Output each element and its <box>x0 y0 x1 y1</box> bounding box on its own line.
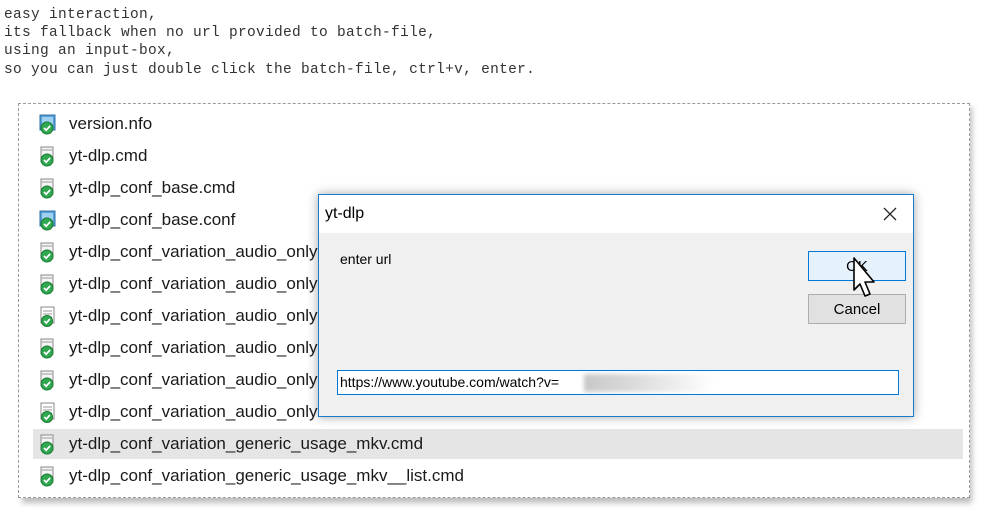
file-row[interactable]: yt-dlp_conf_variation_generic_usage_mkv.… <box>33 429 963 459</box>
file-name: yt-dlp_conf_variation_audio_only <box>69 306 318 325</box>
input-dialog: yt-dlp enter url OK Cancel https://www.y… <box>318 194 914 417</box>
blurred-url-segment <box>584 374 714 392</box>
cmd-file-icon <box>37 465 59 487</box>
file-name: yt-dlp_conf_base.conf <box>69 210 236 229</box>
notes-line: so you can just double click the batch-f… <box>4 61 536 78</box>
url-input-value: https://www.youtube.com/watch?v= <box>340 374 560 390</box>
cmd-file-icon <box>37 145 59 167</box>
cmd-file-icon <box>37 433 59 455</box>
file-name: version.nfo <box>69 114 153 133</box>
list-file-icon <box>37 401 59 423</box>
file-row[interactable]: yt-dlp.cmd <box>33 141 963 171</box>
prompt-label: enter url <box>340 251 392 267</box>
file-name: yt-dlp_conf_variation_audio_only <box>69 242 318 261</box>
close-icon <box>883 207 897 221</box>
dialog-titlebar[interactable]: yt-dlp <box>319 195 913 233</box>
file-name: yt-dlp.cmd <box>69 146 148 165</box>
cmd-file-icon <box>37 369 59 391</box>
file-name: yt-dlp_conf_variation_audio_only <box>69 338 318 357</box>
cmd-file-icon <box>37 337 59 359</box>
notes-line: its fallback when no url provided to bat… <box>4 25 437 42</box>
dialog-title: yt-dlp <box>325 205 365 222</box>
conf-file-icon <box>37 209 59 231</box>
cmd-file-icon <box>37 177 59 199</box>
file-row[interactable]: version.nfo <box>33 109 963 139</box>
file-name: yt-dlp_conf_variation_audio_only <box>69 274 318 293</box>
file-name: yt-dlp_conf_variation_generic_usage_mkv_… <box>69 466 464 485</box>
file-name: yt-dlp_conf_variation_audio_only <box>69 370 318 389</box>
cmd-file-icon <box>37 273 59 295</box>
file-name: yt-dlp_conf_variation_audio_only <box>69 402 318 421</box>
file-row[interactable]: yt-dlp_conf_variation_generic_usage_mkv_… <box>33 461 963 491</box>
url-input[interactable]: https://www.youtube.com/watch?v= <box>337 370 899 395</box>
notes-line: easy interaction, <box>4 7 158 23</box>
list-file-icon <box>37 305 59 327</box>
nfo-file-icon <box>37 113 59 135</box>
cmd-file-icon <box>37 241 59 263</box>
file-name: yt-dlp_conf_base.cmd <box>69 178 236 197</box>
close-button[interactable] <box>867 195 913 233</box>
notes-text: easy interaction, its fallback when no u… <box>4 6 535 79</box>
mouse-pointer-icon <box>853 257 875 297</box>
notes-line: using an input-box, <box>4 43 176 60</box>
file-name: yt-dlp_conf_variation_generic_usage_mkv.… <box>69 434 424 453</box>
